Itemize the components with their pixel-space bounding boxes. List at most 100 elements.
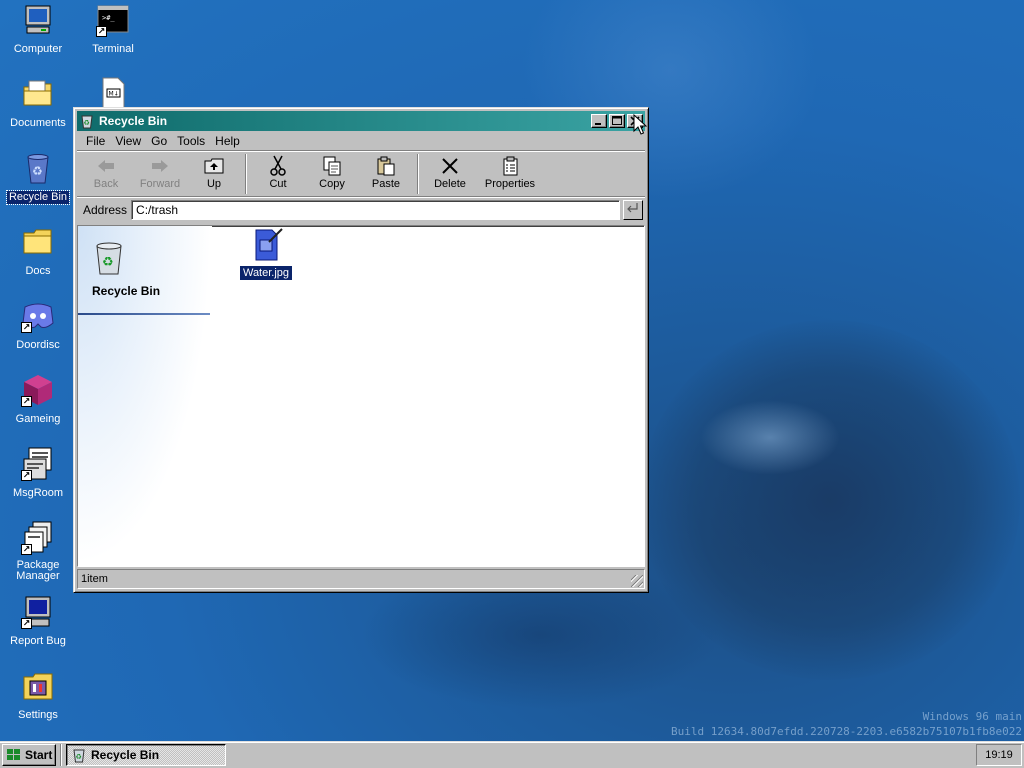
desktop-icon-recycle-bin[interactable]: ♻ Recycle Bin bbox=[1, 151, 75, 205]
terminal-icon: >#_ ↗ bbox=[96, 3, 130, 37]
back-button[interactable]: Back bbox=[79, 154, 133, 190]
svg-text:♻: ♻ bbox=[32, 164, 43, 178]
status-bar: 1item bbox=[77, 569, 645, 589]
shortcut-arrow-icon: ↗ bbox=[21, 618, 32, 629]
recycle-bin-icon: ♻ bbox=[79, 113, 95, 129]
file-item[interactable]: Water.jpg bbox=[238, 228, 294, 281]
svg-text:♻: ♻ bbox=[102, 255, 114, 270]
folder-up-icon bbox=[187, 154, 241, 178]
computer-icon bbox=[21, 3, 55, 37]
properties-button[interactable]: Properties bbox=[477, 154, 543, 190]
folder-icon bbox=[21, 225, 55, 259]
copy-icon bbox=[305, 154, 359, 178]
toolbar-separator bbox=[417, 154, 419, 194]
menu-bar: File View Go Tools Help bbox=[77, 131, 645, 151]
delete-button[interactable]: Delete bbox=[423, 154, 477, 190]
desktop-icon-gameing[interactable]: ↗ Gameing bbox=[1, 373, 75, 426]
report-bug-icon: ↗ bbox=[21, 595, 55, 629]
toolbar: Back Forward Up Cut Copy Paste Delete Pr… bbox=[77, 151, 645, 197]
image-file-icon bbox=[249, 228, 283, 262]
msgroom-icon: ↗ bbox=[21, 447, 55, 481]
window-title: Recycle Bin bbox=[99, 114, 168, 128]
paste-button[interactable]: Paste bbox=[359, 154, 413, 190]
forward-button[interactable]: Forward bbox=[133, 154, 187, 190]
file-label: Water.jpg bbox=[238, 265, 294, 281]
address-input[interactable]: C:/trash bbox=[131, 200, 620, 220]
status-text: 1item bbox=[81, 573, 108, 585]
cube-icon: ↗ bbox=[21, 373, 55, 407]
desktop-icon-documents[interactable]: Documents bbox=[1, 77, 75, 130]
shortcut-arrow-icon: ↗ bbox=[21, 396, 32, 407]
address-label: Address bbox=[83, 203, 128, 217]
toolbar-separator bbox=[245, 154, 247, 194]
address-bar: Address C:/trash bbox=[77, 197, 645, 223]
system-tray: 19:19 bbox=[976, 744, 1022, 766]
menu-go[interactable]: Go bbox=[146, 134, 172, 148]
desktop-icon-computer[interactable]: Computer bbox=[1, 3, 75, 56]
wallpaper-figure bbox=[640, 320, 1020, 680]
enter-arrow-icon bbox=[627, 203, 638, 213]
desktop-icon-terminal[interactable]: >#_ ↗ Terminal bbox=[76, 3, 150, 56]
start-logo-icon bbox=[6, 748, 22, 762]
build-watermark: Windows 96 main Build 12634.80d7efdd.220… bbox=[671, 709, 1022, 739]
arrow-left-icon bbox=[79, 154, 133, 178]
go-button[interactable] bbox=[623, 200, 643, 220]
maximize-button[interactable] bbox=[609, 114, 625, 128]
minimize-icon bbox=[595, 123, 601, 125]
desktop-icon-doordisc[interactable]: ↗ Doordisc bbox=[1, 299, 75, 352]
settings-icon bbox=[21, 669, 55, 703]
window-titlebar[interactable]: ♻ Recycle Bin bbox=[77, 111, 645, 131]
paste-icon bbox=[359, 154, 413, 178]
arrow-right-icon bbox=[133, 154, 187, 178]
resize-grip[interactable] bbox=[631, 575, 643, 587]
documents-folder-icon bbox=[21, 77, 55, 111]
desktop-icon-report-bug[interactable]: ↗ Report Bug bbox=[1, 595, 75, 648]
desktop-icon-msgroom[interactable]: ↗ MsgRoom bbox=[1, 447, 75, 500]
desktop-icon-settings[interactable]: Settings bbox=[1, 669, 75, 722]
svg-text:♻: ♻ bbox=[76, 753, 82, 761]
panel-title: Recycle Bin bbox=[92, 284, 161, 298]
recycle-bin-icon: ♻ bbox=[92, 240, 126, 276]
taskbar: Start ♻ Recycle Bin 19:19 bbox=[0, 741, 1024, 768]
shortcut-arrow-icon: ↗ bbox=[96, 26, 107, 37]
markdown-file-icon: M↓ bbox=[96, 77, 130, 111]
menu-file[interactable]: File bbox=[81, 134, 110, 148]
desktop-icon-package-manager[interactable]: ↗ Package Manager bbox=[1, 521, 75, 583]
mouse-cursor-icon bbox=[633, 113, 648, 136]
start-button[interactable]: Start bbox=[2, 744, 56, 766]
recycle-bin-icon: ♻ bbox=[21, 151, 55, 185]
svg-text:♻: ♻ bbox=[84, 119, 90, 127]
start-label: Start bbox=[25, 748, 53, 762]
shortcut-arrow-icon: ↗ bbox=[21, 470, 32, 481]
desktop-icon-docs[interactable]: Docs bbox=[1, 225, 75, 278]
svg-text:M↓: M↓ bbox=[109, 91, 119, 98]
scissors-icon bbox=[251, 154, 305, 178]
menu-view[interactable]: View bbox=[110, 134, 146, 148]
shortcut-arrow-icon: ↗ bbox=[21, 322, 32, 333]
panel-divider bbox=[78, 313, 210, 315]
maximize-icon bbox=[612, 116, 622, 125]
menu-help[interactable]: Help bbox=[210, 134, 245, 148]
shortcut-arrow-icon: ↗ bbox=[21, 544, 32, 555]
properties-icon bbox=[477, 154, 543, 178]
up-button[interactable]: Up bbox=[187, 154, 241, 190]
wallpaper-figure-highlight bbox=[700, 400, 840, 475]
doordisc-icon: ↗ bbox=[21, 299, 55, 333]
file-view[interactable]: ♻ Recycle Bin Water.jpg bbox=[77, 225, 645, 567]
copy-button[interactable]: Copy bbox=[305, 154, 359, 190]
recycle-bin-window[interactable]: ♻ Recycle Bin File View Go Tools Help Ba… bbox=[73, 107, 649, 593]
taskbar-separator bbox=[60, 744, 62, 766]
taskbar-item-recycle-bin[interactable]: ♻ Recycle Bin bbox=[66, 744, 226, 766]
delete-x-icon bbox=[423, 154, 477, 178]
info-panel: ♻ Recycle Bin bbox=[78, 226, 212, 566]
taskbar-item-label: Recycle Bin bbox=[91, 748, 160, 762]
clock[interactable]: 19:19 bbox=[985, 749, 1013, 761]
build-line-2: Build 12634.80d7efdd.220728-2203.e6582b7… bbox=[671, 725, 1022, 738]
recycle-bin-icon: ♻ bbox=[71, 747, 87, 763]
menu-tools[interactable]: Tools bbox=[172, 134, 210, 148]
package-manager-icon: ↗ bbox=[21, 521, 55, 555]
svg-text:>#_: >#_ bbox=[102, 14, 115, 22]
cut-button[interactable]: Cut bbox=[251, 154, 305, 190]
minimize-button[interactable] bbox=[591, 114, 607, 128]
build-line-1: Windows 96 main bbox=[922, 710, 1022, 723]
